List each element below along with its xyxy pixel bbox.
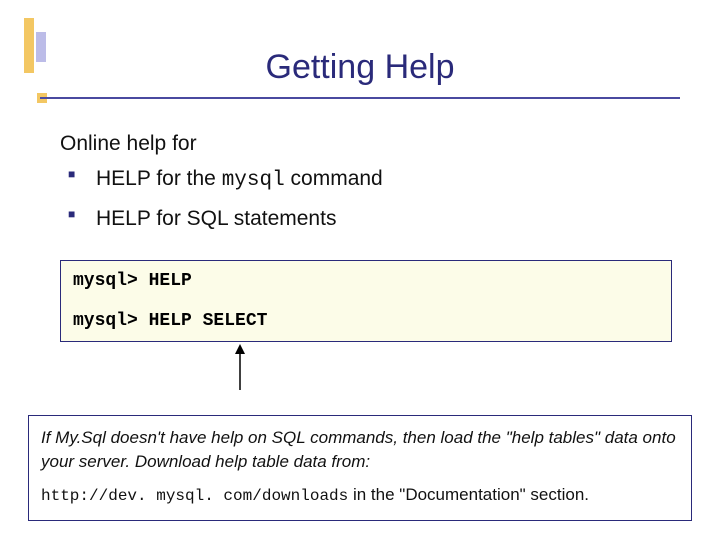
bullet-text-suffix: command	[285, 167, 383, 190]
note-url-line: http://dev. mysql. com/downloads in the …	[41, 483, 679, 508]
note-box: If My.Sql doesn't have help on SQL comma…	[28, 415, 692, 521]
code-line: mysql> HELP SELECT	[73, 311, 659, 331]
slide-title: Getting Help	[0, 0, 720, 87]
code-line: mysql> HELP	[73, 271, 659, 291]
body-content: Online help for HELP for the mysql comma…	[60, 128, 672, 238]
bullet-item: HELP for the mysql command	[60, 163, 672, 198]
callout-arrow	[230, 344, 720, 397]
intro-text: Online help for	[60, 128, 672, 161]
bullet-list: HELP for the mysql command HELP for SQL …	[60, 163, 672, 238]
bullet-item: HELP for SQL statements	[60, 203, 672, 238]
note-url-suffix: in the "Documentation" section.	[348, 485, 589, 504]
bullet-text-prefix: HELP for the	[96, 167, 222, 190]
bullet-text-prefix: HELP for SQL statements	[96, 207, 336, 230]
bullet-code: mysql	[222, 169, 285, 192]
note-text: If My.Sql doesn't have help on SQL comma…	[41, 426, 679, 475]
corner-decoration	[24, 18, 54, 78]
title-underline	[40, 97, 680, 100]
code-block: mysql> HELP mysql> HELP SELECT	[60, 260, 672, 342]
note-url: http://dev. mysql. com/downloads	[41, 487, 348, 505]
